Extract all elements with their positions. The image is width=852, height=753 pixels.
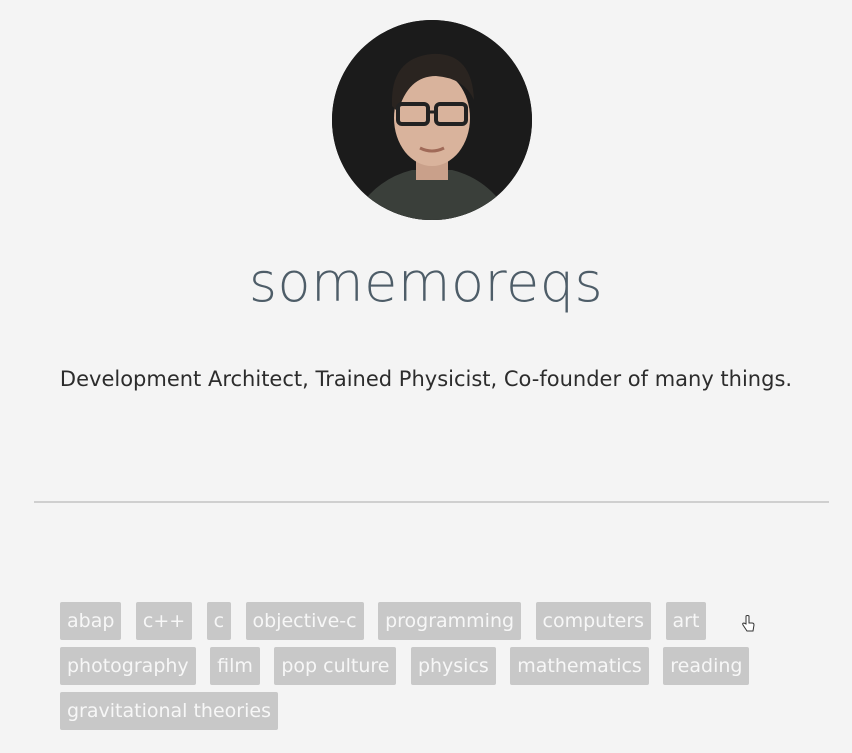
tag-physics[interactable]: physics: [410, 647, 496, 685]
tag-pop-culture[interactable]: pop culture: [274, 647, 397, 685]
tag-list: abap c++ c objective-c programming compu…: [60, 602, 780, 737]
username: somemoreqs: [248, 251, 604, 314]
tag-photography[interactable]: photography: [60, 647, 196, 685]
tag-abap[interactable]: abap: [60, 602, 122, 640]
tag-film[interactable]: film: [210, 647, 260, 685]
profile-photo: [332, 20, 532, 220]
avatar: [332, 20, 532, 220]
bio-text: Development Architect, Trained Physicist…: [59, 367, 793, 391]
tag-mathematics[interactable]: mathematics: [510, 647, 649, 685]
divider: [34, 501, 829, 503]
tag-programming[interactable]: programming: [378, 602, 522, 640]
tag-gravitational-theories[interactable]: gravitational theories: [60, 692, 278, 730]
tag-c[interactable]: c: [206, 602, 232, 640]
tag-computers[interactable]: computers: [535, 602, 652, 640]
hand-pointer-icon: [742, 615, 755, 632]
tag-cpp[interactable]: c++: [135, 602, 193, 640]
tag-art[interactable]: art: [665, 602, 707, 640]
tag-reading[interactable]: reading: [663, 647, 750, 685]
tag-objective-c[interactable]: objective-c: [245, 602, 364, 640]
